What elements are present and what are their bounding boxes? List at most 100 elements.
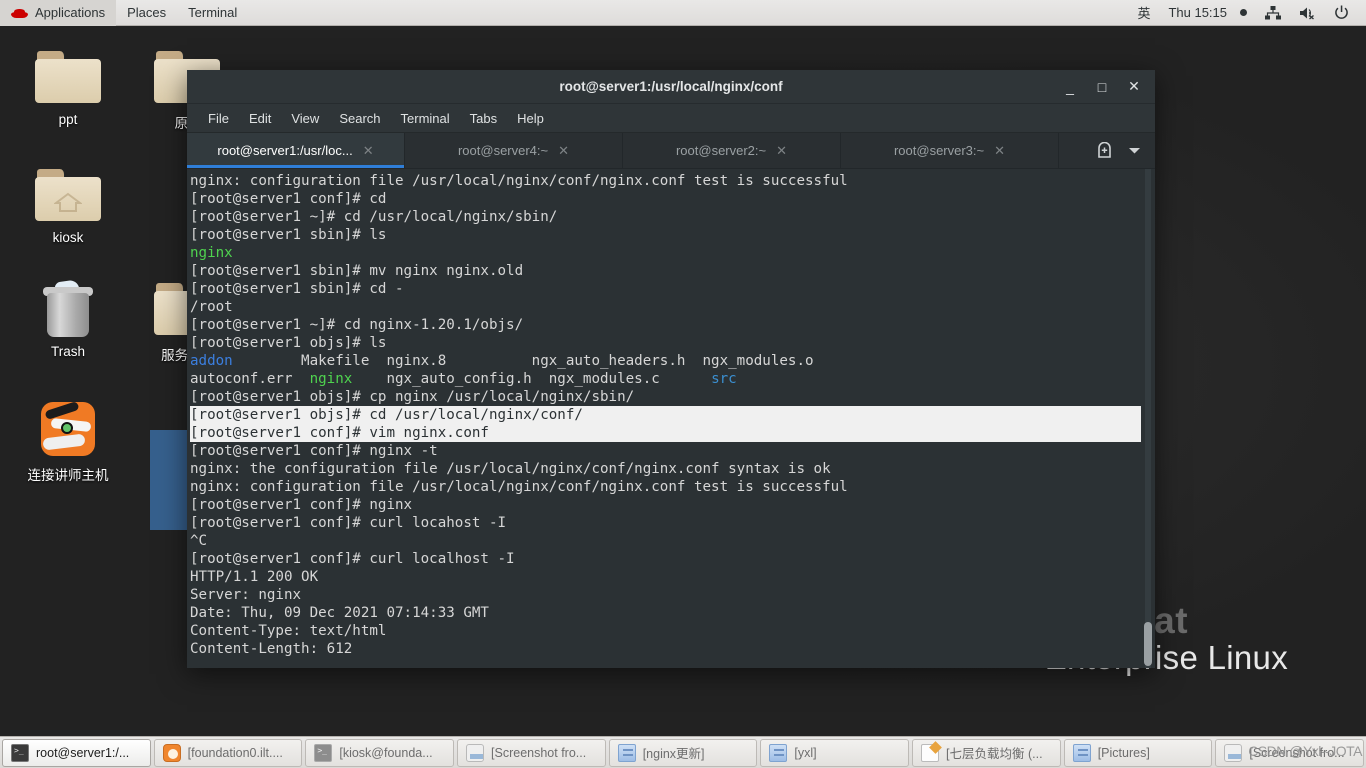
menu-file[interactable]: File [198, 108, 239, 129]
terminal-menu[interactable]: Terminal [177, 0, 248, 26]
network-glyph-icon [1265, 5, 1281, 19]
close-icon[interactable]: ✕ [776, 143, 787, 159]
menubar: File Edit View Search Terminal Tabs Help [187, 104, 1155, 133]
terminal-line: [root@server1 sbin]# ls [190, 226, 1141, 244]
desktop-icon-connect-instructor[interactable]: 连接讲师主机 [9, 398, 127, 484]
terminal-text: ngx_auto_config.h ngx_modules.c [352, 371, 712, 387]
window-title: root@server1:/usr/local/nginx/conf [559, 79, 783, 94]
input-method-indicator[interactable]: 英 [1128, 0, 1159, 26]
scrollbar-thumb[interactable] [1144, 622, 1152, 666]
terminal-tab-3[interactable]: root@server3:~ ✕ [841, 133, 1059, 168]
terminal-text: ^C [190, 533, 208, 549]
terminal-text: [root@server1 objs]# cd /usr/local/nginx… [190, 407, 583, 423]
terminal-text: [root@server1 ~]# cd nginx-1.20.1/objs/ [190, 317, 524, 333]
window-titlebar[interactable]: root@server1:/usr/local/nginx/conf _ □ ✕ [187, 70, 1155, 104]
maximize-button[interactable]: □ [1087, 74, 1117, 100]
terminal-line: [root@server1 sbin]# mv nginx nginx.old [190, 262, 1141, 280]
volume-muted-icon[interactable] [1290, 0, 1325, 26]
taskbar-item-4[interactable]: [nginx更新] [608, 738, 758, 767]
terminal-text: [root@server1 conf]# curl localhost -I [190, 551, 515, 567]
terminal-line: nginx: the configuration file /usr/local… [190, 460, 1141, 478]
menu-terminal[interactable]: Terminal [391, 108, 460, 129]
taskbar-item-7[interactable]: [Pictures] [1063, 738, 1213, 767]
terminal-text: [root@server1 objs]# ls [190, 335, 387, 351]
taskbar-item-label: [七层负载均衡 (... [946, 747, 1043, 761]
terminal-line: Date: Thu, 09 Dec 2021 07:14:33 GMT [190, 604, 1141, 622]
terminal-line: [root@server1 objs]# cd /usr/local/nginx… [190, 406, 1141, 424]
terminal-text: nginx: configuration file /usr/local/ngi… [190, 173, 848, 189]
terminal-tab-label: root@server2:~ [675, 143, 767, 158]
taskbar-item-8[interactable]: [Screenshot fro... [1215, 738, 1365, 767]
terminal-text: nginx: configuration file /usr/local/ngi… [190, 479, 848, 495]
taskbar-item-label: [kiosk@founda... [339, 745, 433, 760]
clock-label: Thu 15:15 [1168, 5, 1227, 20]
terminal-text: autoconf.err [190, 371, 310, 387]
text-editor-icon [921, 743, 940, 762]
chevron-down-glyph-icon [1128, 148, 1140, 154]
terminal-output[interactable]: nginx: configuration file /usr/local/ngi… [187, 169, 1141, 668]
menu-search[interactable]: Search [329, 108, 390, 129]
terminal-text: Content-Length: 612 [190, 641, 353, 657]
terminal-line: ^C [190, 532, 1141, 550]
chevron-down-icon[interactable] [1121, 138, 1147, 164]
terminal-tab-0[interactable]: root@server1:/usr/loc... ✕ [187, 133, 405, 168]
minimize-button[interactable]: _ [1055, 74, 1085, 100]
clock[interactable]: Thu 15:15 [1159, 0, 1256, 26]
terminal-tab-label: root@server4:~ [457, 143, 549, 158]
vnc-tiger-icon [9, 398, 127, 460]
close-button[interactable]: ✕ [1119, 74, 1149, 100]
taskbar-item-1[interactable]: [foundation0.ilt.... [153, 738, 303, 767]
menu-view[interactable]: View [281, 108, 329, 129]
taskbar-item-2[interactable]: [kiosk@founda... [305, 738, 455, 767]
close-icon[interactable]: ✕ [363, 143, 374, 159]
terminal-tab-2[interactable]: root@server2:~ ✕ [623, 133, 841, 168]
terminal-icon [314, 743, 333, 762]
terminal-line: autoconf.err nginx ngx_auto_config.h ngx… [190, 370, 1141, 388]
desktop-icon-kiosk[interactable]: kiosk [9, 164, 127, 245]
terminal-body[interactable]: nginx: configuration file /usr/local/ngi… [187, 169, 1155, 668]
taskbar-item-3[interactable]: [Screenshot fro... [457, 738, 606, 767]
desktop-icon-label: ppt [58, 112, 78, 127]
tab-bar: root@server1:/usr/loc... ✕ root@server4:~ ✕… [187, 133, 1155, 169]
menu-edit[interactable]: Edit [239, 108, 281, 129]
taskbar-item-6[interactable]: [七层负载均衡 (... [912, 738, 1061, 767]
applications-menu-label: Applications [35, 5, 106, 20]
terminal-tab-1[interactable]: root@server4:~ ✕ [405, 133, 623, 168]
new-tab-icon[interactable] [1091, 138, 1117, 164]
applications-menu[interactable]: Applications [0, 0, 117, 26]
taskbar-item-label: [Pictures] [1097, 745, 1150, 760]
terminal-text: [root@server1 conf]# cd [190, 191, 387, 207]
terminal-text: [root@server1 sbin]# ls [190, 227, 387, 243]
taskbar-item-label: [nginx更新] [642, 747, 705, 761]
menu-tabs[interactable]: Tabs [460, 108, 507, 129]
terminal-window[interactable]: root@server1:/usr/local/nginx/conf _ □ ✕… [187, 70, 1155, 668]
taskbar-item-label: [Screenshot fro... [1249, 745, 1345, 760]
power-icon[interactable] [1325, 0, 1358, 26]
close-icon[interactable]: ✕ [994, 143, 1005, 159]
terminal-line: Content-Type: text/html [190, 622, 1141, 640]
places-menu-label: Places [127, 5, 167, 20]
taskbar-item-label: [foundation0.ilt.... [187, 745, 283, 760]
terminal-text: Date: Thu, 09 Dec 2021 07:14:33 GMT [190, 605, 489, 621]
terminal-text: [root@server1 sbin]# mv nginx nginx.old [190, 263, 524, 279]
terminal-line: [root@server1 conf]# nginx -t [190, 442, 1141, 460]
close-icon[interactable]: ✕ [558, 143, 569, 159]
terminal-text: nginx: the configuration file /usr/local… [190, 461, 831, 477]
top-panel: Applications Places Terminal 英 Thu 15:15 [0, 0, 1366, 26]
terminal-line: [root@server1 objs]# cp nginx /usr/local… [190, 388, 1141, 406]
terminal-scrollbar[interactable] [1141, 169, 1155, 668]
desktop-icon-ppt[interactable]: ppt [9, 46, 127, 127]
terminal-icon [11, 743, 29, 762]
terminal-line: /root [190, 298, 1141, 316]
terminal-text: [root@server1 ~]# cd /usr/local/nginx/sb… [190, 209, 558, 225]
input-method-label: 英 [1137, 6, 1151, 21]
terminal-line: [root@server1 ~]# cd /usr/local/nginx/sb… [190, 208, 1141, 226]
scrollbar-track[interactable] [1145, 169, 1151, 668]
network-icon[interactable] [1256, 0, 1290, 26]
menu-help[interactable]: Help [507, 108, 554, 129]
desktop-icon-trash[interactable]: Trash [9, 278, 127, 359]
places-menu[interactable]: Places [116, 0, 177, 26]
taskbar-item-0[interactable]: root@server1:/... [2, 738, 151, 767]
terminal-text: nginx [190, 245, 233, 261]
taskbar-item-5[interactable]: [yxl] [760, 738, 910, 767]
